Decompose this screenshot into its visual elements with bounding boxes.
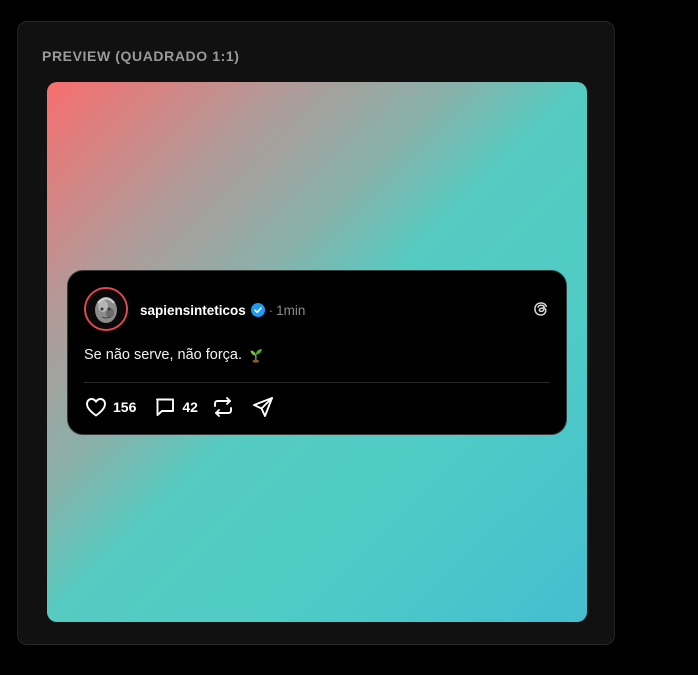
username[interactable]: sapiensinteticos: [140, 303, 246, 318]
like-button[interactable]: 156: [84, 395, 136, 419]
divider: [84, 382, 550, 383]
repost-button[interactable]: [211, 395, 235, 419]
post-body: Se não serve, não força.: [84, 347, 264, 363]
like-count: 156: [113, 399, 137, 415]
avatar[interactable]: [84, 287, 128, 331]
threads-logo-icon: [533, 301, 549, 317]
heart-icon: [86, 398, 106, 417]
post-card: sapiensinteticos · 1min Se não serve, nã…: [67, 270, 567, 435]
comment-icon: [156, 398, 175, 416]
avatar-statue-icon: [86, 289, 126, 329]
send-icon: [252, 397, 273, 417]
verified-badge-icon: [250, 303, 265, 317]
preview-canvas: sapiensinteticos · 1min Se não serve, nã…: [47, 82, 587, 622]
panel-title: PREVIEW (QUADRADO 1:1): [42, 48, 240, 64]
comment-count: 42: [182, 399, 198, 415]
repost-icon: [213, 397, 232, 417]
preview-panel: PREVIEW (QUADRADO 1:1) sapiensinteticos: [17, 21, 615, 645]
separator-dot: ·: [268, 302, 274, 318]
share-button[interactable]: [251, 395, 275, 419]
action-bar: 156 42: [84, 395, 275, 419]
comment-button[interactable]: 42: [153, 395, 198, 419]
post-header: sapiensinteticos · 1min: [140, 302, 305, 318]
post-text: Se não serve, não força.: [84, 347, 242, 363]
seedling-icon: [248, 347, 264, 363]
post-time: 1min: [276, 302, 306, 318]
